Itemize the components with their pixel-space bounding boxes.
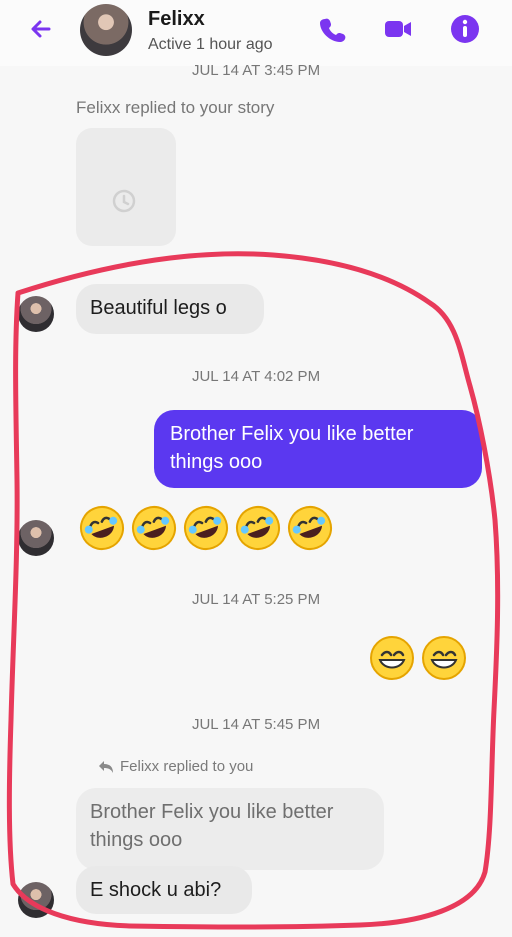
- replied-text: Felixx replied to you: [120, 758, 254, 775]
- message-bubble-incoming[interactable]: Beautiful legs o: [76, 284, 264, 334]
- timestamp-2: JUL 14 AT 4:02 PM: [191, 368, 321, 385]
- chat-header: Felixx Active 1 hour ago: [0, 0, 512, 66]
- timestamp-4: JUL 14 AT 5:45 PM: [191, 716, 321, 733]
- story-thumbnail[interactable]: [76, 128, 176, 246]
- laughing-emoji-row[interactable]: [76, 502, 336, 554]
- video-icon[interactable]: [381, 12, 415, 46]
- quoted-message[interactable]: Brother Felix you like better things ooo: [76, 788, 384, 870]
- timestamp-1: JUL 14 AT 3:45 PM: [191, 62, 321, 79]
- sender-avatar[interactable]: [18, 882, 54, 918]
- quoted-line-1: Brother Felix you like better: [90, 801, 334, 823]
- rolling-laughing-face-icon: [184, 506, 228, 550]
- replied-label: Felixx replied to you: [98, 758, 253, 775]
- contact-avatar[interactable]: [80, 4, 132, 56]
- history-icon: [112, 189, 136, 213]
- sender-avatar[interactable]: [18, 296, 54, 332]
- phone-icon[interactable]: [316, 12, 350, 46]
- message-text: Beautiful legs o: [90, 297, 227, 319]
- smiling-emoji-row[interactable]: [366, 632, 470, 684]
- message-bubble-incoming[interactable]: E shock u abi?: [76, 866, 252, 914]
- story-reply-note: Felixx replied to your story: [76, 98, 275, 117]
- presence-status: Active 1 hour ago: [148, 36, 273, 53]
- sender-avatar[interactable]: [18, 520, 54, 556]
- info-icon[interactable]: [448, 12, 482, 46]
- grinning-face-icon: [370, 636, 414, 680]
- timestamp-3: JUL 14 AT 5:25 PM: [191, 591, 321, 608]
- message-text: E shock u abi?: [90, 879, 222, 901]
- rolling-laughing-face-icon: [80, 506, 124, 550]
- message-line-2: things ooo: [170, 451, 263, 473]
- message-bubble-outgoing[interactable]: Brother Felix you like better things ooo: [154, 410, 482, 488]
- rolling-laughing-face-icon: [288, 506, 332, 550]
- grinning-face-icon: [422, 636, 466, 680]
- rolling-laughing-face-icon: [236, 506, 280, 550]
- quoted-line-2: things ooo: [90, 829, 183, 851]
- arrow-left-icon[interactable]: [26, 14, 56, 44]
- rolling-laughing-face-icon: [132, 506, 176, 550]
- reply-arrow-icon: [99, 760, 113, 773]
- contact-name[interactable]: Felixx: [148, 8, 205, 31]
- message-line-1: Brother Felix you like better: [170, 423, 414, 445]
